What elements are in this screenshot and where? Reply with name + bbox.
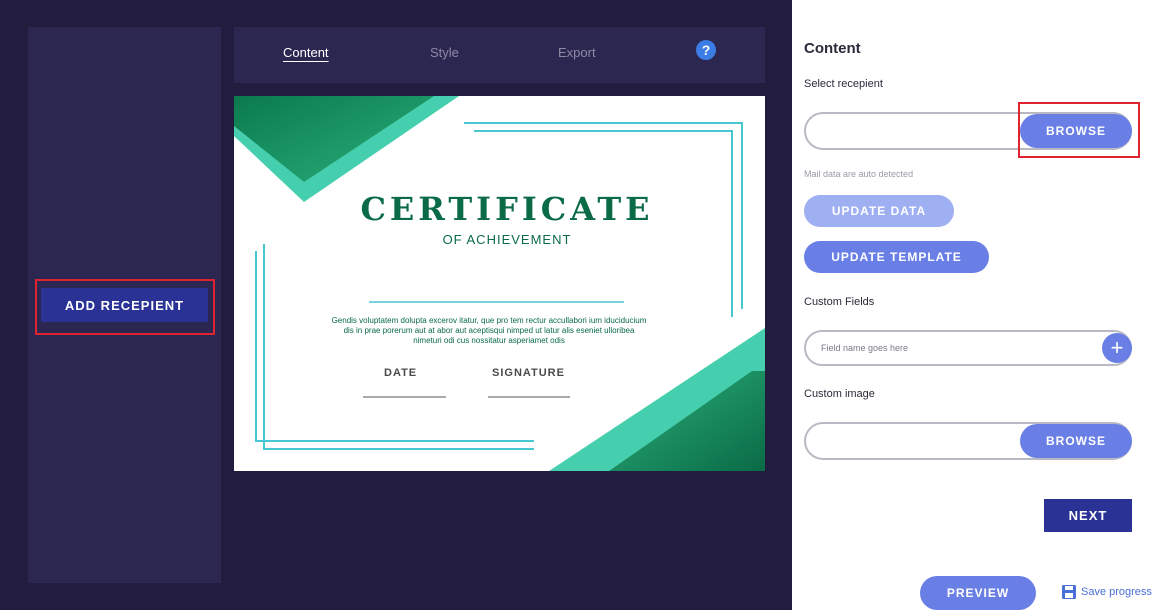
certificate-body-text: Gendis voluptatem dolupta excerov itatur… xyxy=(331,316,647,345)
certificate-title: CERTIFICATE xyxy=(360,190,654,228)
custom-fields-label: Custom Fields xyxy=(804,296,875,308)
auto-detect-hint: Mail data are auto detected xyxy=(804,169,914,179)
certificate-subtitle: OF ACHIEVEMENT xyxy=(442,232,572,247)
custom-field-input[interactable]: Field name goes here xyxy=(804,330,1132,366)
certificate-decoration xyxy=(234,96,765,471)
certificate-preview: CERTIFICATE OF ACHIEVEMENT Gendis volupt… xyxy=(234,96,765,471)
panel-title: Content xyxy=(804,40,861,57)
floppy-disk-icon xyxy=(1062,585,1076,599)
save-progress-link[interactable]: Save progress xyxy=(1061,584,1152,600)
custom-image-label: Custom image xyxy=(804,388,875,400)
tab-style[interactable]: Style xyxy=(430,45,459,60)
save-progress-label: Save progress xyxy=(1081,586,1152,598)
preview-button[interactable]: PREVIEW xyxy=(920,576,1036,610)
browse-image-button[interactable]: BROWSE xyxy=(1020,424,1132,458)
next-button[interactable]: NEXT xyxy=(1044,499,1132,532)
certificate-signature-label: SIGNATURE xyxy=(492,367,565,379)
tab-export[interactable]: Export xyxy=(558,45,596,60)
browse-highlight xyxy=(1018,102,1140,158)
tab-content[interactable]: Content xyxy=(283,45,329,60)
update-template-button[interactable]: UPDATE TEMPLATE xyxy=(804,241,989,273)
select-recipient-label: Select recepient xyxy=(804,78,883,90)
update-data-button[interactable]: UPDATE DATA xyxy=(804,195,954,227)
tab-bar: Content Style Export ? xyxy=(234,27,765,83)
add-recipient-button[interactable]: ADD RECEPIENT xyxy=(41,288,208,322)
help-icon[interactable]: ? xyxy=(696,40,716,60)
add-field-icon[interactable]: + xyxy=(1102,333,1132,363)
certificate-date-label: DATE xyxy=(384,367,418,379)
